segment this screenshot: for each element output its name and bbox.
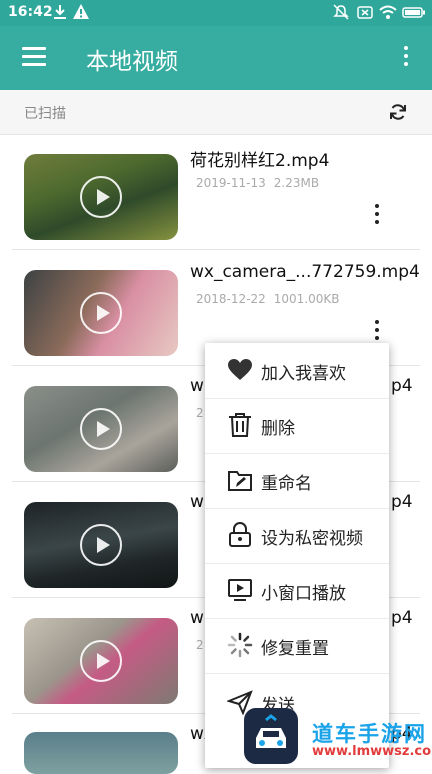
menu-item-label: 修复重置 [261, 639, 329, 659]
menu-icon[interactable] [22, 47, 46, 69]
heart-icon [228, 359, 252, 380]
status-bar: 16:42 [0, 0, 432, 26]
video-meta: 2019-11-13 2.23MB [196, 176, 319, 190]
video-context-menu: 加入我喜欢 删除 重命名 设为私密视频 小窗口播放 修复重置 发送 [205, 343, 389, 768]
app-bar: 本地视频 [0, 26, 432, 90]
video-name-tail: p4 [391, 608, 413, 628]
video-name: wx_camera_...772759.mp4 [190, 262, 420, 282]
video-thumbnail[interactable] [24, 502, 178, 588]
video-name: w [190, 492, 204, 512]
status-time: 16:42 [8, 4, 53, 20]
mute-icon [333, 4, 349, 20]
item-more-icon[interactable] [372, 204, 382, 226]
menu-item-favorite[interactable]: 加入我喜欢 [205, 343, 389, 399]
video-name: w [190, 608, 204, 628]
download-icon [54, 5, 66, 19]
video-thumbnail[interactable] [24, 618, 178, 704]
video-date: 2019-11-13 [196, 176, 266, 190]
video-name: 荷花别样红2.mp4 [190, 151, 330, 171]
video-size: 2.23MB [273, 176, 320, 190]
trash-icon [229, 413, 251, 437]
warning-icon [73, 4, 89, 19]
page-title: 本地视频 [86, 49, 178, 75]
menu-item-pip[interactable]: 小窗口播放 [205, 563, 389, 619]
car-icon [256, 714, 286, 748]
video-thumbnail[interactable] [24, 154, 178, 240]
menu-item-private[interactable]: 设为私密视频 [205, 508, 389, 564]
video-meta: 2 [196, 406, 204, 420]
pip-icon [228, 579, 252, 601]
menu-item-label: 重命名 [261, 474, 312, 494]
video-meta: 2018-12-22 1001.00KB [196, 292, 339, 306]
play-icon [80, 524, 122, 566]
menu-item-label: 删除 [261, 419, 295, 439]
scan-status-bar: 已扫描 [0, 90, 432, 135]
item-more-icon[interactable] [372, 320, 382, 342]
video-item[interactable]: 荷花别样红2.mp4 2019-11-13 2.23MB [12, 134, 420, 250]
play-icon [80, 640, 122, 682]
video-name: w [190, 376, 204, 396]
menu-item-label: 小窗口播放 [261, 584, 346, 604]
menu-item-delete[interactable]: 删除 [205, 398, 389, 454]
video-thumbnail[interactable] [24, 386, 178, 472]
watermark-logo [244, 708, 298, 764]
refresh-icon[interactable] [388, 102, 408, 122]
loading-icon [227, 632, 253, 658]
menu-item-rename[interactable]: 重命名 [205, 453, 389, 509]
lock-icon [229, 522, 251, 547]
menu-item-repair[interactable]: 修复重置 [205, 618, 389, 674]
battery-icon [402, 7, 425, 18]
scan-status-text: 已扫描 [24, 106, 66, 122]
more-options-icon[interactable] [396, 46, 416, 70]
play-icon [80, 292, 122, 334]
video-name-tail: p4 [391, 492, 413, 512]
video-date: 2018-12-22 [196, 292, 266, 306]
menu-item-label: 加入我喜欢 [261, 364, 346, 384]
sim-off-icon [357, 6, 373, 19]
video-date: 2 [196, 638, 204, 652]
play-icon [80, 408, 122, 450]
wifi-icon [379, 5, 397, 19]
video-name-tail: p4 [391, 376, 413, 396]
video-thumbnail[interactable] [24, 270, 178, 356]
video-date: 2 [196, 406, 204, 420]
menu-item-label: 设为私密视频 [261, 529, 363, 549]
play-icon [80, 176, 122, 218]
video-size: 1001.00KB [273, 292, 340, 306]
watermark-url: www.lmwwsz.com [312, 744, 432, 759]
rename-folder-icon [228, 471, 252, 491]
video-meta: 2 [196, 638, 204, 652]
